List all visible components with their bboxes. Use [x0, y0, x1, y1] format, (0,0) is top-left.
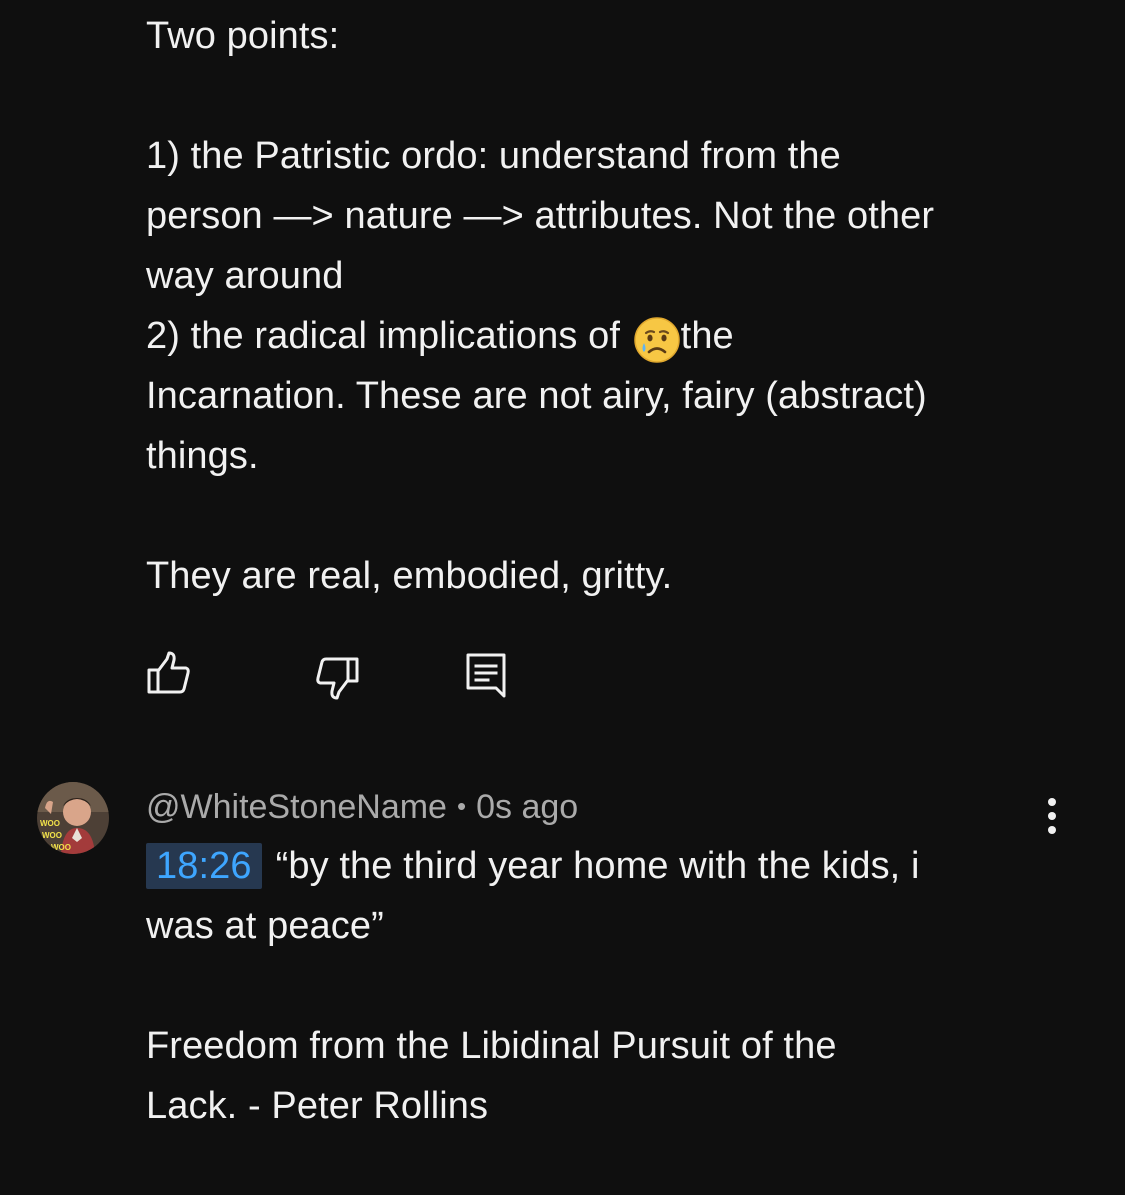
- reply-button[interactable]: [464, 652, 512, 700]
- comment-line: way around: [146, 255, 344, 297]
- avatar[interactable]: WOO WOO WOO: [37, 782, 109, 854]
- comment-line: Incarnation. These are not airy, fairy (…: [146, 375, 927, 417]
- comment-line: 1) the Patristic ordo: understand from t…: [146, 135, 841, 177]
- comment-line: They are real, embodied, gritty.: [146, 555, 673, 597]
- comment-line: person —> nature —> attributes. Not the …: [146, 195, 935, 237]
- comment-time: 0s ago: [476, 788, 579, 826]
- comment-line: things.: [146, 435, 259, 477]
- avatar-text: WOO: [42, 831, 62, 840]
- timestamp-link[interactable]: 18:26: [146, 843, 262, 889]
- like-button[interactable]: [146, 650, 194, 698]
- comment-line: Lack. - Peter Rollins: [146, 1085, 489, 1127]
- avatar-text: WOO: [51, 843, 71, 852]
- comment-header: @WhiteStoneName • 0s ago: [146, 782, 578, 832]
- more-vertical-icon: [1048, 798, 1056, 834]
- dislike-button[interactable]: [314, 656, 362, 704]
- comment-line-part: 2) the radical implications of: [146, 315, 631, 357]
- comment-line: was at peace”: [146, 905, 384, 947]
- reply-comment-icon: [466, 653, 506, 698]
- comment-line: 18:26 “by the third year home with the ki…: [146, 836, 1066, 896]
- comment-line: Two points:: [146, 15, 340, 57]
- comment-line: Freedom from the Libidinal Pursuit of th…: [146, 1025, 837, 1067]
- avatar-text: WOO: [40, 819, 60, 828]
- separator-dot: •: [456, 791, 467, 821]
- comment-text: Two points: 1) the Patristic ordo: under…: [146, 6, 1066, 606]
- author-name[interactable]: @WhiteStoneName: [146, 788, 447, 826]
- comment-text: 18:26 “by the third year home with the ki…: [146, 836, 1066, 1136]
- thumbs-up-icon: [147, 651, 190, 694]
- comment-line-with-emoji: 2) the radical implications of the: [146, 306, 1066, 366]
- crying-face-emoji: [631, 306, 681, 366]
- thumbs-down-icon: [316, 657, 359, 700]
- comment-line-part: “by the third year home with the kids, i: [275, 845, 920, 887]
- comment-line-part: the: [680, 315, 734, 357]
